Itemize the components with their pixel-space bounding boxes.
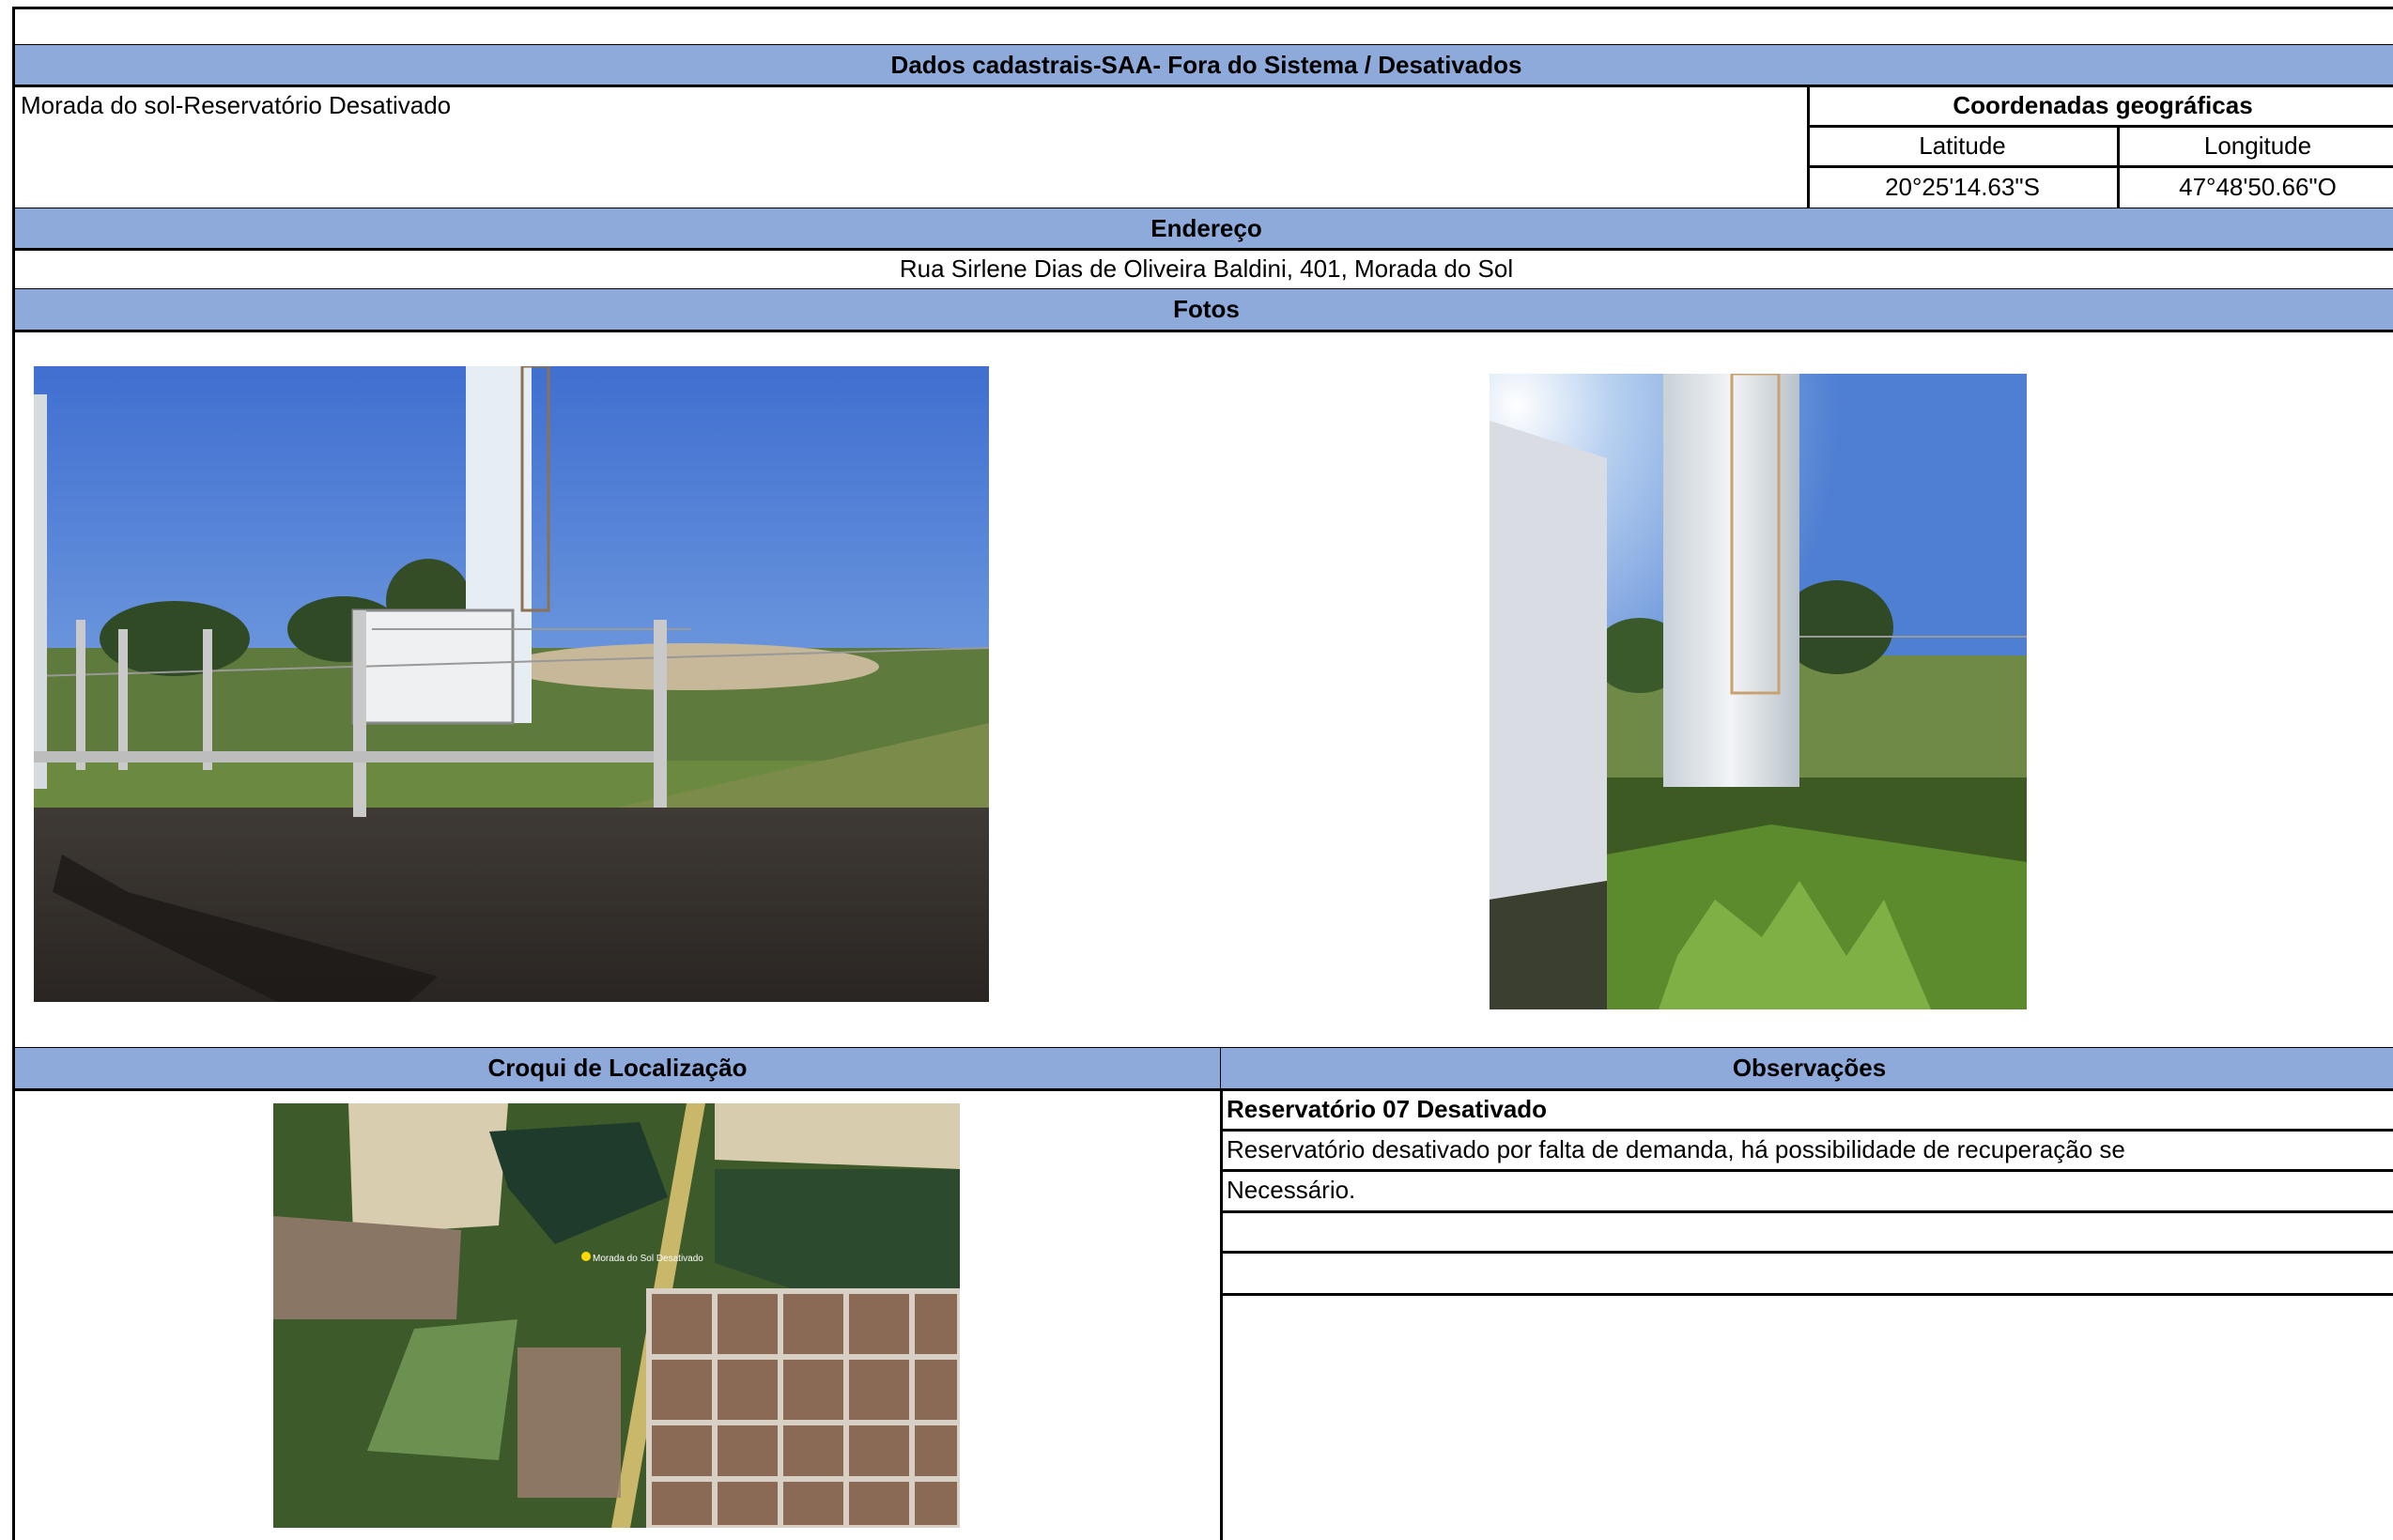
longitude-label-cell: Longitude — [2118, 126, 2393, 168]
location-sketch-title: Croqui de Localização — [487, 1054, 748, 1082]
site-name-cell[interactable]: Morada do sol-Reservatório Desativado — [12, 85, 1810, 210]
address-cell[interactable]: Rua Sirlene Dias de Oliveira Baldini, 40… — [12, 249, 2393, 291]
observations-title: Observações — [1732, 1054, 1887, 1082]
top-empty-row — [12, 7, 2393, 47]
latitude-value: 20°25'14.63"S — [1885, 172, 2040, 201]
observation-text: Reservatório 07 Desativado — [1227, 1094, 1548, 1123]
map-pin-label: Morada do Sol Desativado — [593, 1254, 703, 1264]
observation-text: Reservatório desativado por falta de dem… — [1227, 1134, 2125, 1163]
coordinates-title-text: Coordenadas geográficas — [1953, 90, 2253, 119]
longitude-label: Longitude — [2203, 131, 2312, 160]
observation-text: Necessário. — [1227, 1176, 1356, 1204]
observation-line[interactable]: Necessário. — [1221, 1170, 2393, 1213]
observation-line[interactable] — [1221, 1211, 2393, 1254]
satellite-map[interactable]: Morada do Sol Desativado — [273, 1103, 960, 1528]
address-header: Endereço — [12, 208, 2393, 251]
address-title: Endereço — [1150, 213, 1262, 242]
page-title-text: Dados cadastrais-SAA- Fora do Sistema / … — [890, 50, 1522, 79]
spreadsheet-form: Dados cadastrais-SAA- Fora do Sistema / … — [0, 0, 2393, 1540]
coordinates-title: Coordenadas geográficas — [1808, 85, 2393, 128]
page-title: Dados cadastrais-SAA- Fora do Sistema / … — [12, 45, 2393, 87]
longitude-value: 47°48'50.66"O — [2179, 172, 2337, 201]
latitude-label: Latitude — [1919, 131, 2006, 160]
latitude-label-cell: Latitude — [1808, 126, 2120, 168]
site-name: Morada do sol-Reservatório Desativado — [21, 91, 452, 119]
photos-title: Fotos — [1173, 295, 1240, 323]
photos-header: Fotos — [12, 289, 2393, 332]
location-sketch-header: Croqui de Localização — [12, 1048, 1223, 1091]
observation-line[interactable] — [1221, 1252, 2393, 1296]
latitude-value-cell[interactable]: 20°25'14.63"S — [1808, 166, 2120, 210]
longitude-value-cell[interactable]: 47°48'50.66"O — [2118, 166, 2393, 210]
observations-header: Observações — [1221, 1048, 2393, 1091]
observation-line[interactable]: Reservatório desativado por falta de dem… — [1221, 1130, 2393, 1172]
observation-line[interactable]: Reservatório 07 Desativado — [1221, 1089, 2393, 1132]
address-value: Rua Sirlene Dias de Oliveira Baldini, 40… — [899, 254, 1514, 283]
reservoir-photo-2 — [1490, 374, 2027, 1009]
reservoir-photo-1 — [34, 366, 989, 1002]
